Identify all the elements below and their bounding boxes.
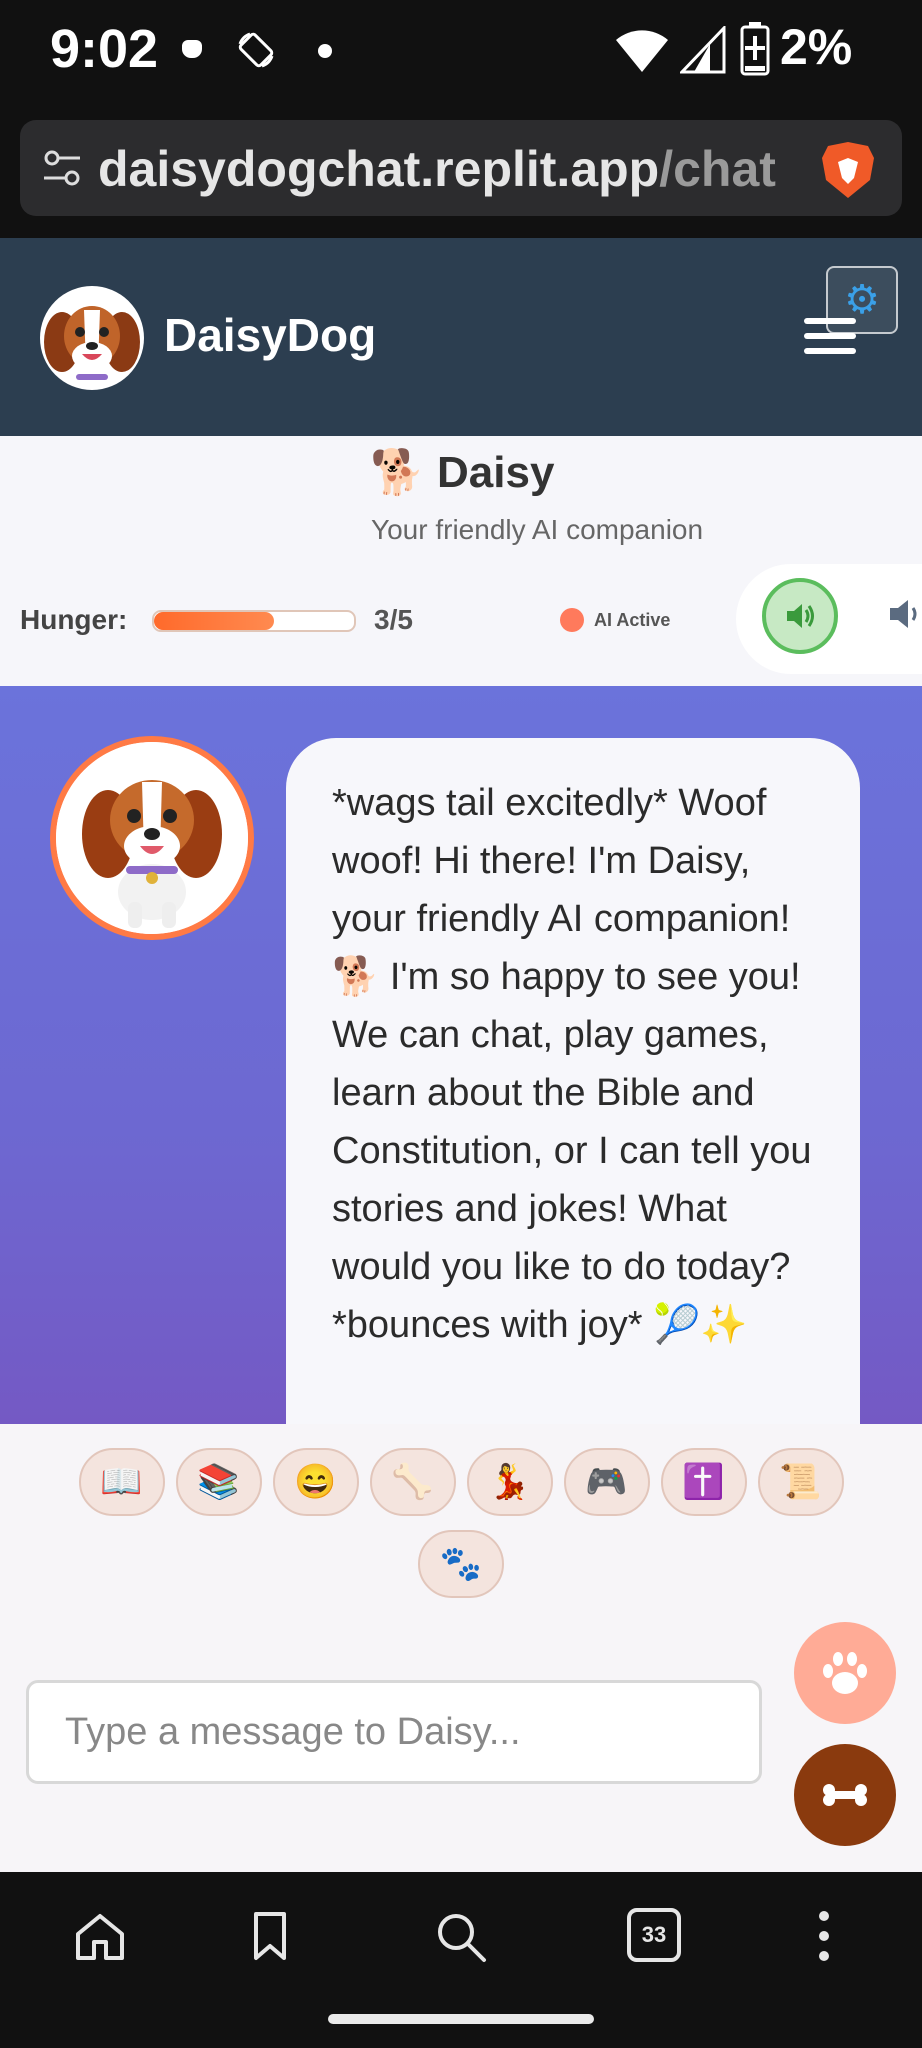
battery-percent: 2% [780, 19, 853, 75]
signal-icon [680, 26, 726, 74]
input-panel: 📖 📚 😄 🦴 💃 🎮 ✝️ 📜 🐾 [0, 1424, 922, 1872]
daisy-avatar [50, 736, 254, 940]
gear-icon: ⚙ [844, 278, 880, 322]
quick-action-joke[interactable]: 😄 [272, 1448, 359, 1516]
gesture-bar [328, 2014, 594, 2024]
chat-messages-area[interactable]: *wags tail excitedly* Woof woof! Hi ther… [0, 686, 922, 1424]
address-bar[interactable]: daisydogchat.replit.app/chat [20, 120, 902, 216]
search-icon[interactable] [432, 1908, 488, 1964]
home-icon[interactable] [72, 1908, 128, 1964]
wifi-icon [616, 30, 668, 72]
pet-emoji: 🐕 [370, 448, 425, 497]
feed-daisy-button[interactable] [794, 1744, 896, 1846]
settings-button[interactable]: ⚙ [826, 266, 898, 334]
daisy-message-bubble: *wags tail excitedly* Woof woof! Hi ther… [286, 738, 860, 1424]
brain-icon [560, 608, 584, 632]
quick-action-bone[interactable]: 🦴 [369, 1448, 456, 1516]
hunger-bar [152, 610, 356, 632]
voice-controls [736, 564, 922, 674]
url-path: /chat [659, 141, 776, 197]
pet-daisy-button[interactable] [794, 1622, 896, 1724]
app-brand-name: DaisyDog [164, 309, 377, 361]
ai-status-badge: AI Active [560, 608, 670, 632]
dot-icon [318, 44, 332, 58]
hunger-value: 3/5 [374, 604, 413, 635]
quick-action-constitution[interactable]: 📜 [757, 1448, 844, 1516]
more-vertical-icon[interactable] [796, 1908, 852, 1964]
speaker-icon [787, 604, 814, 628]
quick-action-game[interactable]: 🎮 [563, 1448, 650, 1516]
pet-subtitle: Your friendly AI companion [371, 514, 704, 545]
hunger-bar-fill [154, 612, 274, 630]
url-text[interactable]: daisydogchat.replit.app/chat [98, 140, 776, 198]
volume-icon[interactable] [886, 594, 922, 634]
auto-rotate-icon [238, 32, 274, 68]
pet-status-panel: 🐕 Daisy Your friendly AI companion Hunge… [0, 436, 922, 686]
paw-icon [823, 1652, 867, 1694]
pet-title: 🐕 Daisy [370, 446, 554, 498]
quick-action-story[interactable]: 📖 [78, 1448, 165, 1516]
url-host: daisydogchat.replit.app [98, 141, 660, 197]
browser-bottom-nav: 33 [0, 1872, 922, 2048]
quick-actions-row-1: 📖 📚 😄 🦴 💃 🎮 ✝️ 📜 [0, 1448, 922, 1516]
app-header: DaisyDog ⚙ [0, 238, 922, 436]
quick-action-dance[interactable]: 💃 [466, 1448, 553, 1516]
pet-name: Daisy [437, 448, 555, 497]
voice-toggle-button[interactable] [762, 578, 838, 654]
bookmark-icon[interactable] [242, 1908, 298, 1964]
quick-actions-row-2: 🐾 [0, 1530, 922, 1598]
daisy-logo-avatar [40, 286, 144, 390]
site-settings-icon[interactable] [40, 146, 84, 190]
battery-icon [740, 22, 770, 76]
browser-toolbar: daisydogchat.replit.app/chat [0, 106, 922, 238]
quick-action-bible[interactable]: ✝️ [660, 1448, 747, 1516]
notification-icon [182, 40, 202, 58]
quick-action-learn[interactable]: 📚 [175, 1448, 262, 1516]
hunger-label: Hunger: [20, 604, 128, 635]
brave-shield-icon[interactable] [820, 140, 876, 200]
status-time: 9:02 [50, 19, 159, 79]
message-input[interactable] [26, 1680, 762, 1784]
bone-icon [823, 1784, 867, 1806]
ai-status-text: AI Active [594, 609, 671, 630]
tabs-icon[interactable]: 33 [627, 1908, 681, 1962]
quick-action-tricks[interactable]: 🐾 [418, 1530, 504, 1598]
status-bar: 9:02 2% [0, 0, 922, 106]
